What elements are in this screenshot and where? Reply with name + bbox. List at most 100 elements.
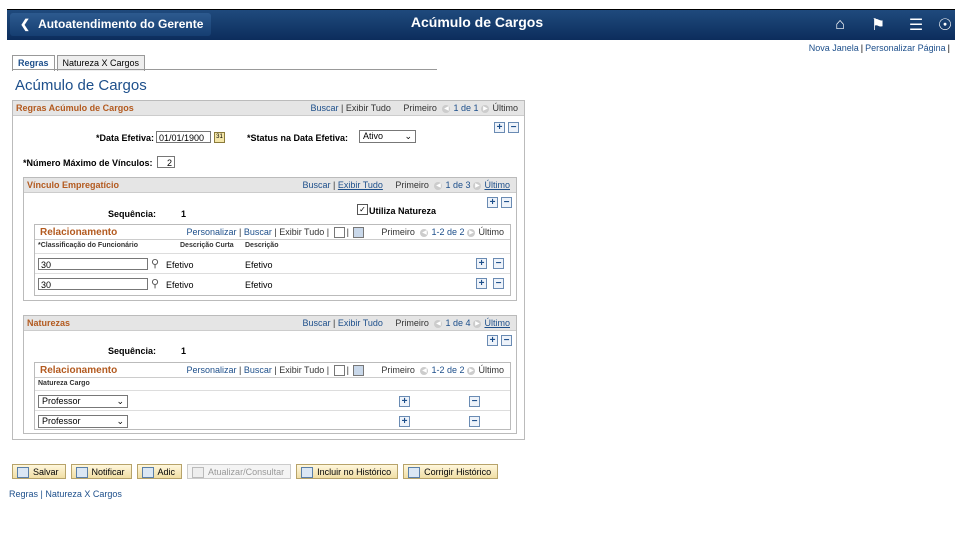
descricao-curta-cell: Efetivo bbox=[166, 280, 194, 290]
naturezas-ultimo[interactable]: Último bbox=[484, 318, 510, 328]
include-history-button[interactable]: Incluir no Histórico bbox=[296, 464, 399, 479]
flag-icon[interactable]: ⚑ bbox=[859, 15, 897, 35]
top-links: Nova Janela | Personalizar Página | bbox=[808, 43, 950, 53]
row-add-button[interactable]: + bbox=[399, 416, 410, 427]
natureza-value: Professor bbox=[42, 396, 81, 406]
table-row: Professor ⌄ + − bbox=[35, 390, 510, 411]
status-select[interactable]: Ativo ⌄ bbox=[359, 130, 416, 143]
footer-link-regras[interactable]: Regras bbox=[9, 489, 38, 499]
regras-exibir-tudo[interactable]: Exibir Tudo bbox=[346, 103, 391, 113]
prev-arrow-icon[interactable]: ◀ bbox=[434, 181, 443, 190]
prev-arrow-icon[interactable]: ◀ bbox=[420, 366, 429, 375]
regras-buscar-link[interactable]: Buscar bbox=[311, 103, 339, 113]
naturezas-rel-buscar[interactable]: Buscar bbox=[244, 365, 272, 375]
download-icon[interactable] bbox=[353, 227, 365, 239]
new-window-link[interactable]: Nova Janela bbox=[809, 43, 859, 53]
utiliza-natureza-checkbox[interactable]: ✓ bbox=[357, 204, 368, 215]
vinculo-nav: Buscar | Exibir Tudo Primeiro ◀ 1 de 3 ▶ Úl… bbox=[302, 180, 510, 190]
next-arrow-icon[interactable]: ▶ bbox=[467, 366, 476, 375]
download-icon[interactable] bbox=[353, 365, 365, 377]
update-icon bbox=[192, 467, 205, 479]
vinculo-range: 1 de 3 bbox=[445, 180, 471, 190]
save-button[interactable]: Salvar bbox=[12, 464, 66, 479]
naturezas-rel-ultimo: Último bbox=[478, 365, 504, 375]
data-efetiva-field[interactable]: 01/01/1900 bbox=[156, 131, 211, 143]
notify-button[interactable]: Notificar bbox=[70, 464, 132, 479]
correct-history-icon bbox=[408, 467, 421, 479]
vinculo-rel-buscar[interactable]: Buscar bbox=[244, 227, 272, 237]
next-arrow-icon[interactable]: ▶ bbox=[467, 228, 476, 237]
save-icon bbox=[17, 467, 29, 479]
descricao-curta-cell: Efetivo bbox=[166, 260, 194, 270]
prev-arrow-icon[interactable]: ◀ bbox=[434, 319, 443, 328]
calendar-icon[interactable]: 31 bbox=[214, 132, 225, 143]
naturezas-rel-personalizar[interactable]: Personalizar bbox=[186, 365, 236, 375]
vinculo-remove-button[interactable]: − bbox=[501, 197, 512, 208]
menu-icon[interactable]: ☰ bbox=[897, 15, 935, 35]
regras-primeiro: Primeiro bbox=[403, 103, 437, 113]
classificacao-field[interactable]: 30 bbox=[38, 278, 148, 290]
descricao-cell: Efetivo bbox=[245, 280, 273, 290]
page-title: Acúmulo de Cargos bbox=[15, 77, 147, 94]
vinculo-exibir-tudo[interactable]: Exibir Tudo bbox=[338, 180, 383, 190]
vinculo-rel-personalizar[interactable]: Personalizar bbox=[186, 227, 236, 237]
vinculo-buscar-link[interactable]: Buscar bbox=[303, 180, 331, 190]
naturezas-header: Naturezas Buscar | Exibir Tudo Primeiro … bbox=[24, 316, 516, 331]
notify-label: Notificar bbox=[91, 467, 125, 477]
row-remove-button[interactable]: − bbox=[493, 258, 504, 269]
update-label: Atualizar/Consultar bbox=[208, 467, 285, 477]
vinculo-seq-value: 1 bbox=[181, 209, 187, 219]
personalize-page-link[interactable]: Personalizar Página bbox=[865, 43, 946, 53]
tab-divider bbox=[12, 69, 437, 70]
vinculo-rel-ultimo: Último bbox=[478, 227, 504, 237]
footer-link-natureza[interactable]: Natureza X Cargos bbox=[45, 489, 122, 499]
row-add-button[interactable]: + bbox=[476, 258, 487, 269]
update-display-button[interactable]: Atualizar/Consultar bbox=[187, 464, 292, 479]
vinculo-ultimo[interactable]: Último bbox=[484, 180, 510, 190]
regras-add-button[interactable]: + bbox=[494, 122, 505, 133]
row-remove-button[interactable]: − bbox=[469, 396, 480, 407]
naturezas-remove-button[interactable]: − bbox=[501, 335, 512, 346]
search-icon[interactable]: ⚲ bbox=[151, 257, 159, 270]
zoom-grid-icon[interactable] bbox=[333, 365, 345, 377]
naturezas-seq-value: 1 bbox=[181, 346, 187, 356]
correct-history-button[interactable]: Corrigir Histórico bbox=[403, 464, 499, 479]
app-title: Acúmulo de Cargos bbox=[410, 14, 544, 30]
regras-title: Regras Acúmulo de Cargos bbox=[16, 103, 134, 113]
next-arrow-icon[interactable]: ▶ bbox=[481, 104, 490, 113]
row-remove-button[interactable]: − bbox=[469, 416, 480, 427]
next-arrow-icon[interactable]: ▶ bbox=[473, 181, 482, 190]
naturezas-add-button[interactable]: + bbox=[487, 335, 498, 346]
vinculo-seq-label: Sequência: bbox=[108, 209, 157, 219]
num-max-field[interactable]: 2 bbox=[157, 156, 175, 168]
col-natureza-cargo: Natureza Cargo bbox=[38, 380, 90, 387]
prev-arrow-icon[interactable]: ◀ bbox=[442, 104, 451, 113]
natureza-select[interactable]: Professor ⌄ bbox=[38, 395, 128, 408]
prev-arrow-icon[interactable]: ◀ bbox=[420, 228, 429, 237]
naturezas-buscar-link[interactable]: Buscar bbox=[303, 318, 331, 328]
natureza-select[interactable]: Professor ⌄ bbox=[38, 415, 128, 428]
save-label: Salvar bbox=[33, 467, 59, 477]
row-add-button[interactable]: + bbox=[476, 278, 487, 289]
row-remove-button[interactable]: − bbox=[493, 278, 504, 289]
naturezas-title: Naturezas bbox=[27, 318, 71, 328]
regras-remove-button[interactable]: − bbox=[508, 122, 519, 133]
add-label: Adic bbox=[157, 467, 176, 477]
regras-header: Regras Acúmulo de Cargos Buscar | Exibir… bbox=[13, 101, 524, 116]
naturezas-rel-exibir-tudo[interactable]: Exibir Tudo bbox=[279, 365, 324, 375]
vinculo-add-button[interactable]: + bbox=[487, 197, 498, 208]
next-arrow-icon[interactable]: ▶ bbox=[473, 319, 482, 328]
add-button[interactable]: Adic bbox=[136, 464, 183, 479]
search-icon[interactable]: ⚲ bbox=[151, 277, 159, 290]
vinculo-rel-exibir-tudo[interactable]: Exibir Tudo bbox=[279, 227, 324, 237]
zoom-grid-icon[interactable] bbox=[333, 227, 345, 239]
table-row: 30 ⚲ Efetivo Efetivo + − bbox=[35, 273, 510, 294]
row-add-button[interactable]: + bbox=[399, 396, 410, 407]
utiliza-natureza-label: Utiliza Natureza bbox=[369, 206, 437, 216]
vinculo-rel-header: Relacionamento Personalizar | Buscar | E… bbox=[35, 225, 510, 240]
naturezas-exibir-tudo[interactable]: Exibir Tudo bbox=[338, 318, 383, 328]
compass-icon[interactable]: ☉ bbox=[935, 15, 955, 35]
home-icon[interactable]: ⌂ bbox=[821, 16, 859, 34]
regras-nav: Buscar | Exibir Tudo Primeiro ◀ 1 de 1 ▶ Úl… bbox=[310, 103, 518, 113]
classificacao-field[interactable]: 30 bbox=[38, 258, 148, 270]
